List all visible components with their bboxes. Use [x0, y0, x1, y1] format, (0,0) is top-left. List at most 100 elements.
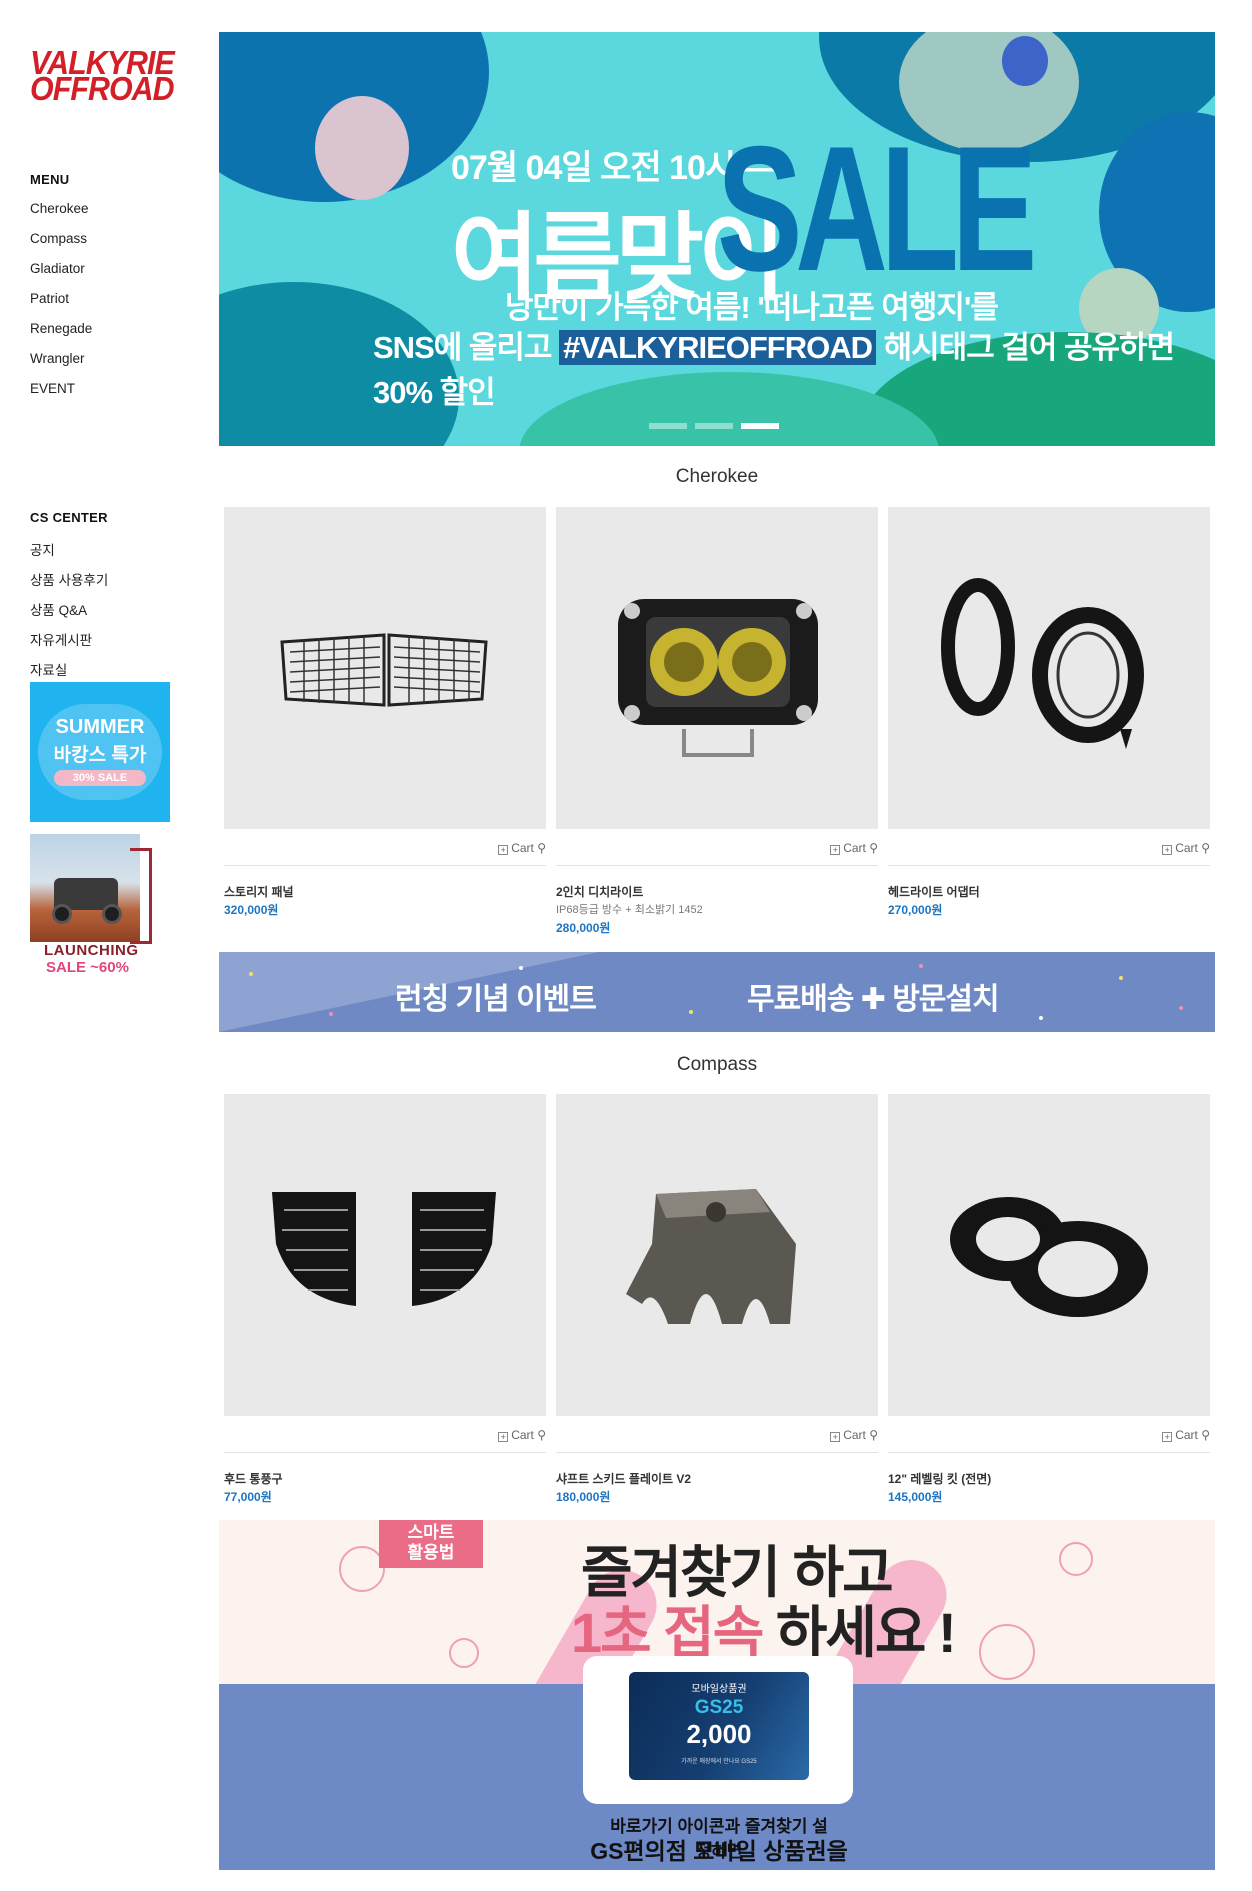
hero-dot-2[interactable]	[695, 423, 733, 429]
confetti	[1039, 1016, 1043, 1020]
search-icon: ⚲	[1197, 841, 1210, 855]
smart-tip-tag: 스마트 활용법	[379, 1520, 483, 1568]
product-card[interactable]: + Cart ⚲ 샤프트 스키드 플레이트 V2 180,000원	[556, 1094, 878, 1504]
product-card[interactable]: + Cart ⚲ 12" 레벨링 킷 (전면) 145,000원	[888, 1094, 1210, 1504]
cart-label: Cart	[843, 1428, 866, 1442]
section-title-cherokee: Cherokee	[675, 466, 759, 487]
menu-item-patriot[interactable]: Patriot	[30, 291, 69, 306]
section-title-compass: Compass	[676, 1054, 758, 1075]
gift-brand: GS25	[694, 1697, 744, 1718]
menu-title: MENU	[30, 172, 70, 187]
decor-ring	[1059, 1542, 1093, 1576]
plus-icon: +	[498, 1432, 509, 1442]
hero-blob	[1002, 36, 1048, 86]
logo-line2: OFFROAD	[30, 70, 175, 107]
cart-label: Cart	[511, 1428, 534, 1442]
divider	[556, 865, 878, 866]
bookmark-event-banner[interactable]: 스마트 활용법 즐겨찾기 하고 1초 접속 하세요 ! 모바일상품권 GS25 …	[219, 1520, 1215, 1870]
confetti	[1119, 976, 1123, 980]
skid-plate-image	[626, 1189, 796, 1324]
product-image[interactable]	[556, 507, 878, 829]
cs-item-qna[interactable]: 상품 Q&A	[30, 599, 87, 619]
hero-dot-1[interactable]	[649, 423, 687, 429]
product-price: 280,000원	[556, 921, 611, 935]
menu-item-event[interactable]: EVENT	[30, 381, 75, 396]
cs-item-reviews[interactable]: 상품 사용후기	[30, 569, 108, 589]
product-image[interactable]	[224, 507, 546, 829]
confetti	[519, 966, 523, 970]
gift-amount: 2,000	[686, 1719, 752, 1749]
product-card[interactable]: + Cart ⚲ 스토리지 패널 320,000원	[224, 507, 546, 917]
cart-label: Cart	[843, 841, 866, 855]
menu-item-compass[interactable]: Compass	[30, 231, 87, 246]
plus-icon: +	[1162, 1432, 1173, 1442]
product-price: 180,000원	[556, 1490, 611, 1504]
search-icon: ⚲	[533, 841, 546, 855]
add-to-cart-button[interactable]: + Cart ⚲	[1162, 1428, 1210, 1442]
menu-item-gladiator[interactable]: Gladiator	[30, 261, 85, 276]
confetti	[329, 1012, 333, 1016]
product-name[interactable]: 샤프트 스키드 플레이트 V2	[556, 1470, 691, 1487]
add-to-cart-button[interactable]: + Cart ⚲	[830, 1428, 878, 1442]
divider	[224, 865, 546, 866]
plus-icon: +	[498, 845, 509, 855]
event-right-text: 무료배송 ✚ 방문설치	[747, 983, 1000, 1016]
logo[interactable]: VALKYRIE OFFROAD	[30, 46, 175, 107]
divider	[888, 865, 1210, 866]
divider	[556, 1452, 878, 1453]
hero-dot-3[interactable]	[741, 423, 779, 429]
divider	[888, 1452, 1210, 1453]
hero-sale: SALE	[717, 109, 1037, 308]
product-name[interactable]: 12" 레벨링 킷 (전면)	[888, 1470, 991, 1487]
product-card[interactable]: + Cart ⚲ 후드 통풍구 77,000원	[224, 1094, 546, 1504]
summer-sale-banner[interactable]: SUMMER 바캉스 특가 30% SALE	[30, 682, 170, 822]
jeep-wheel	[52, 904, 72, 924]
product-card[interactable]: + Cart ⚲ 2인치 디치라이트 IP68등급 방수 + 최소밝기 1452 …	[556, 507, 878, 935]
product-price: 270,000원	[888, 903, 943, 917]
add-to-cart-button[interactable]: + Cart ⚲	[1162, 841, 1210, 855]
divider	[224, 1452, 546, 1453]
decor-ring	[449, 1638, 479, 1668]
menu-item-cherokee[interactable]: Cherokee	[30, 201, 89, 216]
product-price: 145,000원	[888, 1490, 943, 1504]
add-to-cart-button[interactable]: + Cart ⚲	[830, 841, 878, 855]
product-image[interactable]	[888, 1094, 1210, 1416]
hero-pagination	[649, 416, 787, 434]
decor-ring	[979, 1624, 1035, 1680]
hero-banner[interactable]: 07월 04일 오전 10시 ― 여름맞이 SALE 낭만이 가득한 여름! '…	[219, 32, 1215, 446]
product-price: 320,000원	[224, 903, 279, 917]
cs-center-title: CS CENTER	[30, 510, 108, 525]
bookmark-footer-2: GS편의점 모바일 상품권을 드립니다 !	[590, 1838, 848, 1864]
cs-item-archive[interactable]: 자료실	[30, 659, 67, 679]
hero-blob	[315, 96, 409, 200]
product-image[interactable]	[224, 1094, 546, 1416]
menu-item-wrangler[interactable]: Wrangler	[30, 351, 85, 366]
plus-icon: +	[830, 1432, 841, 1442]
menu-item-renegade[interactable]: Renegade	[30, 321, 92, 336]
add-to-cart-button[interactable]: + Cart ⚲	[498, 1428, 546, 1442]
product-name[interactable]: 후드 통풍구	[224, 1470, 283, 1487]
banner-frame	[130, 848, 152, 944]
hero-subtitle-1: 낭만이 가득한 여름! '떠나고픈 여행지'를	[505, 290, 999, 325]
plus-icon: +	[830, 845, 841, 855]
summer-banner-line1: SUMMER	[55, 716, 145, 738]
launch-event-banner[interactable]: 런칭 기념 이벤트 무료배송 ✚ 방문설치	[219, 952, 1215, 1032]
launching-sale-banner[interactable]: LAUNCHING SALE ~60%	[30, 834, 155, 976]
gs25-gift-card: 모바일상품권 GS25 2,000 가까운 매장에서 만나요 GS25	[629, 1672, 809, 1780]
hood-vent-image	[272, 1192, 496, 1306]
product-price: 77,000원	[224, 1490, 272, 1504]
product-image[interactable]	[888, 507, 1210, 829]
cart-label: Cart	[1175, 841, 1198, 855]
cs-item-notice[interactable]: 공지	[30, 539, 55, 559]
product-name[interactable]: 2인치 디치라이트	[556, 883, 643, 900]
search-icon: ⚲	[865, 1428, 878, 1442]
gift-title: 모바일상품권	[691, 1684, 747, 1695]
product-image[interactable]	[556, 1094, 878, 1416]
confetti	[919, 964, 923, 968]
add-to-cart-button[interactable]: + Cart ⚲	[498, 841, 546, 855]
search-icon: ⚲	[1197, 1428, 1210, 1442]
cs-item-free-board[interactable]: 자유게시판	[30, 629, 92, 649]
product-card[interactable]: + Cart ⚲ 헤드라이트 어댑터 270,000원	[888, 507, 1210, 917]
product-name[interactable]: 스토리지 패널	[224, 883, 294, 900]
product-name[interactable]: 헤드라이트 어댑터	[888, 883, 980, 900]
